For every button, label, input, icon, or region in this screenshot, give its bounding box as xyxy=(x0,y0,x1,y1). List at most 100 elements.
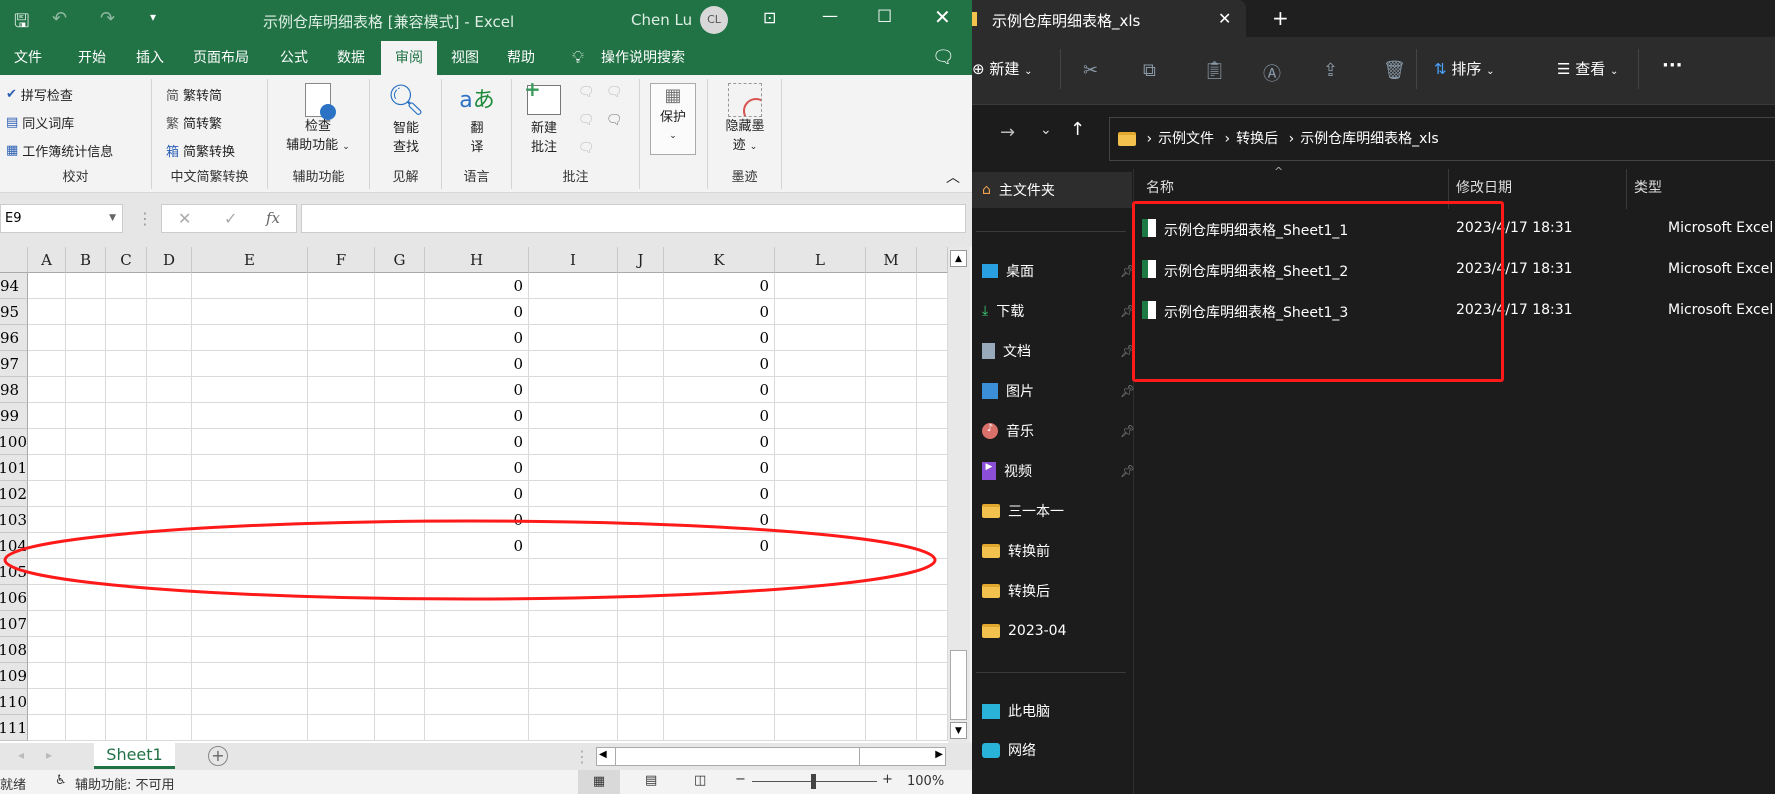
tab-review[interactable]: 审阅 xyxy=(381,41,437,75)
cell[interactable] xyxy=(425,663,529,689)
cell[interactable] xyxy=(28,715,66,741)
scroll-left-icon[interactable]: ◀ xyxy=(599,749,607,760)
nav-item-home[interactable]: ⌂ 主文件夹 xyxy=(972,172,1132,208)
cell[interactable] xyxy=(775,689,866,715)
nav-item-network[interactable]: 网络 xyxy=(972,732,1132,768)
cell[interactable] xyxy=(308,299,375,325)
cell[interactable] xyxy=(618,689,664,715)
page-break-view-icon[interactable]: ◫ xyxy=(694,773,706,788)
recent-locations-icon[interactable]: ⌄ xyxy=(1040,122,1052,138)
cell[interactable] xyxy=(775,273,866,299)
column-header-e[interactable]: E xyxy=(192,247,308,273)
cell[interactable] xyxy=(917,455,948,481)
cancel-icon[interactable]: ✕ xyxy=(178,205,191,232)
nav-item-folder[interactable]: 转换前 xyxy=(972,533,1132,569)
view-button[interactable]: ☰ 查看 ⌄ xyxy=(1557,58,1618,79)
new-tab-icon[interactable]: + xyxy=(1272,6,1289,30)
next-sheet-icon[interactable]: ▸ xyxy=(46,748,52,762)
cell[interactable] xyxy=(618,273,664,299)
cell[interactable]: 0 xyxy=(664,273,775,299)
nav-item-folder[interactable]: 转换后 xyxy=(972,573,1132,609)
cell[interactable] xyxy=(664,689,775,715)
formula-input[interactable] xyxy=(301,204,966,233)
cell[interactable] xyxy=(28,325,66,351)
column-header-b[interactable]: B xyxy=(66,247,106,273)
translate-button[interactable]: aあ 翻 译 xyxy=(442,83,512,157)
cell[interactable] xyxy=(192,429,308,455)
row-header[interactable]: 109 xyxy=(0,663,28,689)
column-header-d[interactable]: D xyxy=(147,247,192,273)
cell[interactable] xyxy=(529,637,618,663)
page-layout-view-icon[interactable]: ▤ xyxy=(645,773,657,788)
prev-sheet-icon[interactable]: ◂ xyxy=(18,748,24,762)
protect-button[interactable]: ▦ 保护 ⌄ xyxy=(650,83,696,155)
column-header-i[interactable]: I xyxy=(529,247,618,273)
cell[interactable] xyxy=(917,403,948,429)
cell[interactable] xyxy=(308,715,375,741)
cell[interactable]: 0 xyxy=(425,377,529,403)
cell[interactable] xyxy=(192,351,308,377)
cell[interactable] xyxy=(147,663,192,689)
cell[interactable] xyxy=(308,325,375,351)
cell[interactable] xyxy=(866,351,917,377)
row-header[interactable]: 111 xyxy=(0,715,28,741)
up-icon[interactable]: ↑ xyxy=(1070,119,1085,140)
simp-to-trad-button[interactable]: 繁简转繁 xyxy=(166,113,222,132)
cell[interactable] xyxy=(775,429,866,455)
nav-item-pictures[interactable]: 图片 📌︎ xyxy=(972,373,1135,409)
nav-item-folder[interactable]: 三一本一 xyxy=(972,493,1132,529)
tab-file[interactable]: 文件 xyxy=(14,41,42,75)
cell[interactable] xyxy=(308,377,375,403)
cell[interactable] xyxy=(529,663,618,689)
cell[interactable] xyxy=(775,455,866,481)
zoom-out-icon[interactable]: − xyxy=(735,772,746,787)
cell[interactable] xyxy=(308,273,375,299)
share-icon[interactable]: ⇪ xyxy=(1323,60,1338,81)
cell[interactable] xyxy=(66,715,106,741)
cell[interactable] xyxy=(28,637,66,663)
cell[interactable] xyxy=(147,689,192,715)
cell[interactable] xyxy=(308,429,375,455)
close-tab-icon[interactable]: ✕ xyxy=(1218,9,1231,28)
cell[interactable] xyxy=(529,325,618,351)
cell[interactable] xyxy=(529,455,618,481)
cell[interactable] xyxy=(866,715,917,741)
cell[interactable] xyxy=(192,637,308,663)
nav-item-videos[interactable]: ▶ 视频 📌︎ xyxy=(972,453,1135,489)
cell[interactable] xyxy=(147,325,192,351)
cell[interactable] xyxy=(529,715,618,741)
cell[interactable] xyxy=(866,663,917,689)
cell[interactable] xyxy=(375,351,425,377)
row-header[interactable]: 95 xyxy=(0,299,28,325)
cell[interactable] xyxy=(28,351,66,377)
column-header-h[interactable]: H xyxy=(425,247,529,273)
cell[interactable] xyxy=(28,455,66,481)
cell[interactable] xyxy=(375,273,425,299)
cell[interactable] xyxy=(66,351,106,377)
add-sheet-icon[interactable]: + xyxy=(208,746,228,766)
spelling-button[interactable]: ✔ 拼写检查 xyxy=(6,85,73,104)
cell[interactable] xyxy=(866,403,917,429)
scroll-down-icon[interactable]: ▼ xyxy=(950,722,967,739)
column-header-c[interactable]: C xyxy=(106,247,147,273)
cell[interactable] xyxy=(106,429,147,455)
close-icon[interactable]: ✕ xyxy=(934,5,951,29)
zoom-level[interactable]: 100% xyxy=(907,774,944,789)
nav-item-downloads[interactable]: ⤓ 下载 📌︎ xyxy=(972,293,1135,329)
column-header-j[interactable]: J xyxy=(618,247,664,273)
scroll-right-icon[interactable]: ▶ xyxy=(935,749,943,760)
cell[interactable]: 0 xyxy=(425,299,529,325)
hide-ink-button[interactable]: 隐藏墨 迹 ⌄ xyxy=(708,83,782,157)
cell[interactable] xyxy=(66,403,106,429)
row-header[interactable]: 100 xyxy=(0,429,28,455)
row-header[interactable]: 108 xyxy=(0,637,28,663)
rename-icon[interactable]: Ⓐ xyxy=(1263,60,1281,86)
check-accessibility-button[interactable]: 检查 辅助功能 ⌄ xyxy=(268,83,368,157)
cell[interactable] xyxy=(664,715,775,741)
cell[interactable] xyxy=(192,663,308,689)
cell[interactable]: 0 xyxy=(425,325,529,351)
cell[interactable] xyxy=(866,455,917,481)
cell[interactable] xyxy=(866,273,917,299)
spreadsheet-grid[interactable]: A B C D E F G H I J K L M 94 0 0 95 0 0 96 0 0 97 0 0 98 0 0 99 0 0 100… xyxy=(0,247,948,743)
cell[interactable] xyxy=(866,637,917,663)
